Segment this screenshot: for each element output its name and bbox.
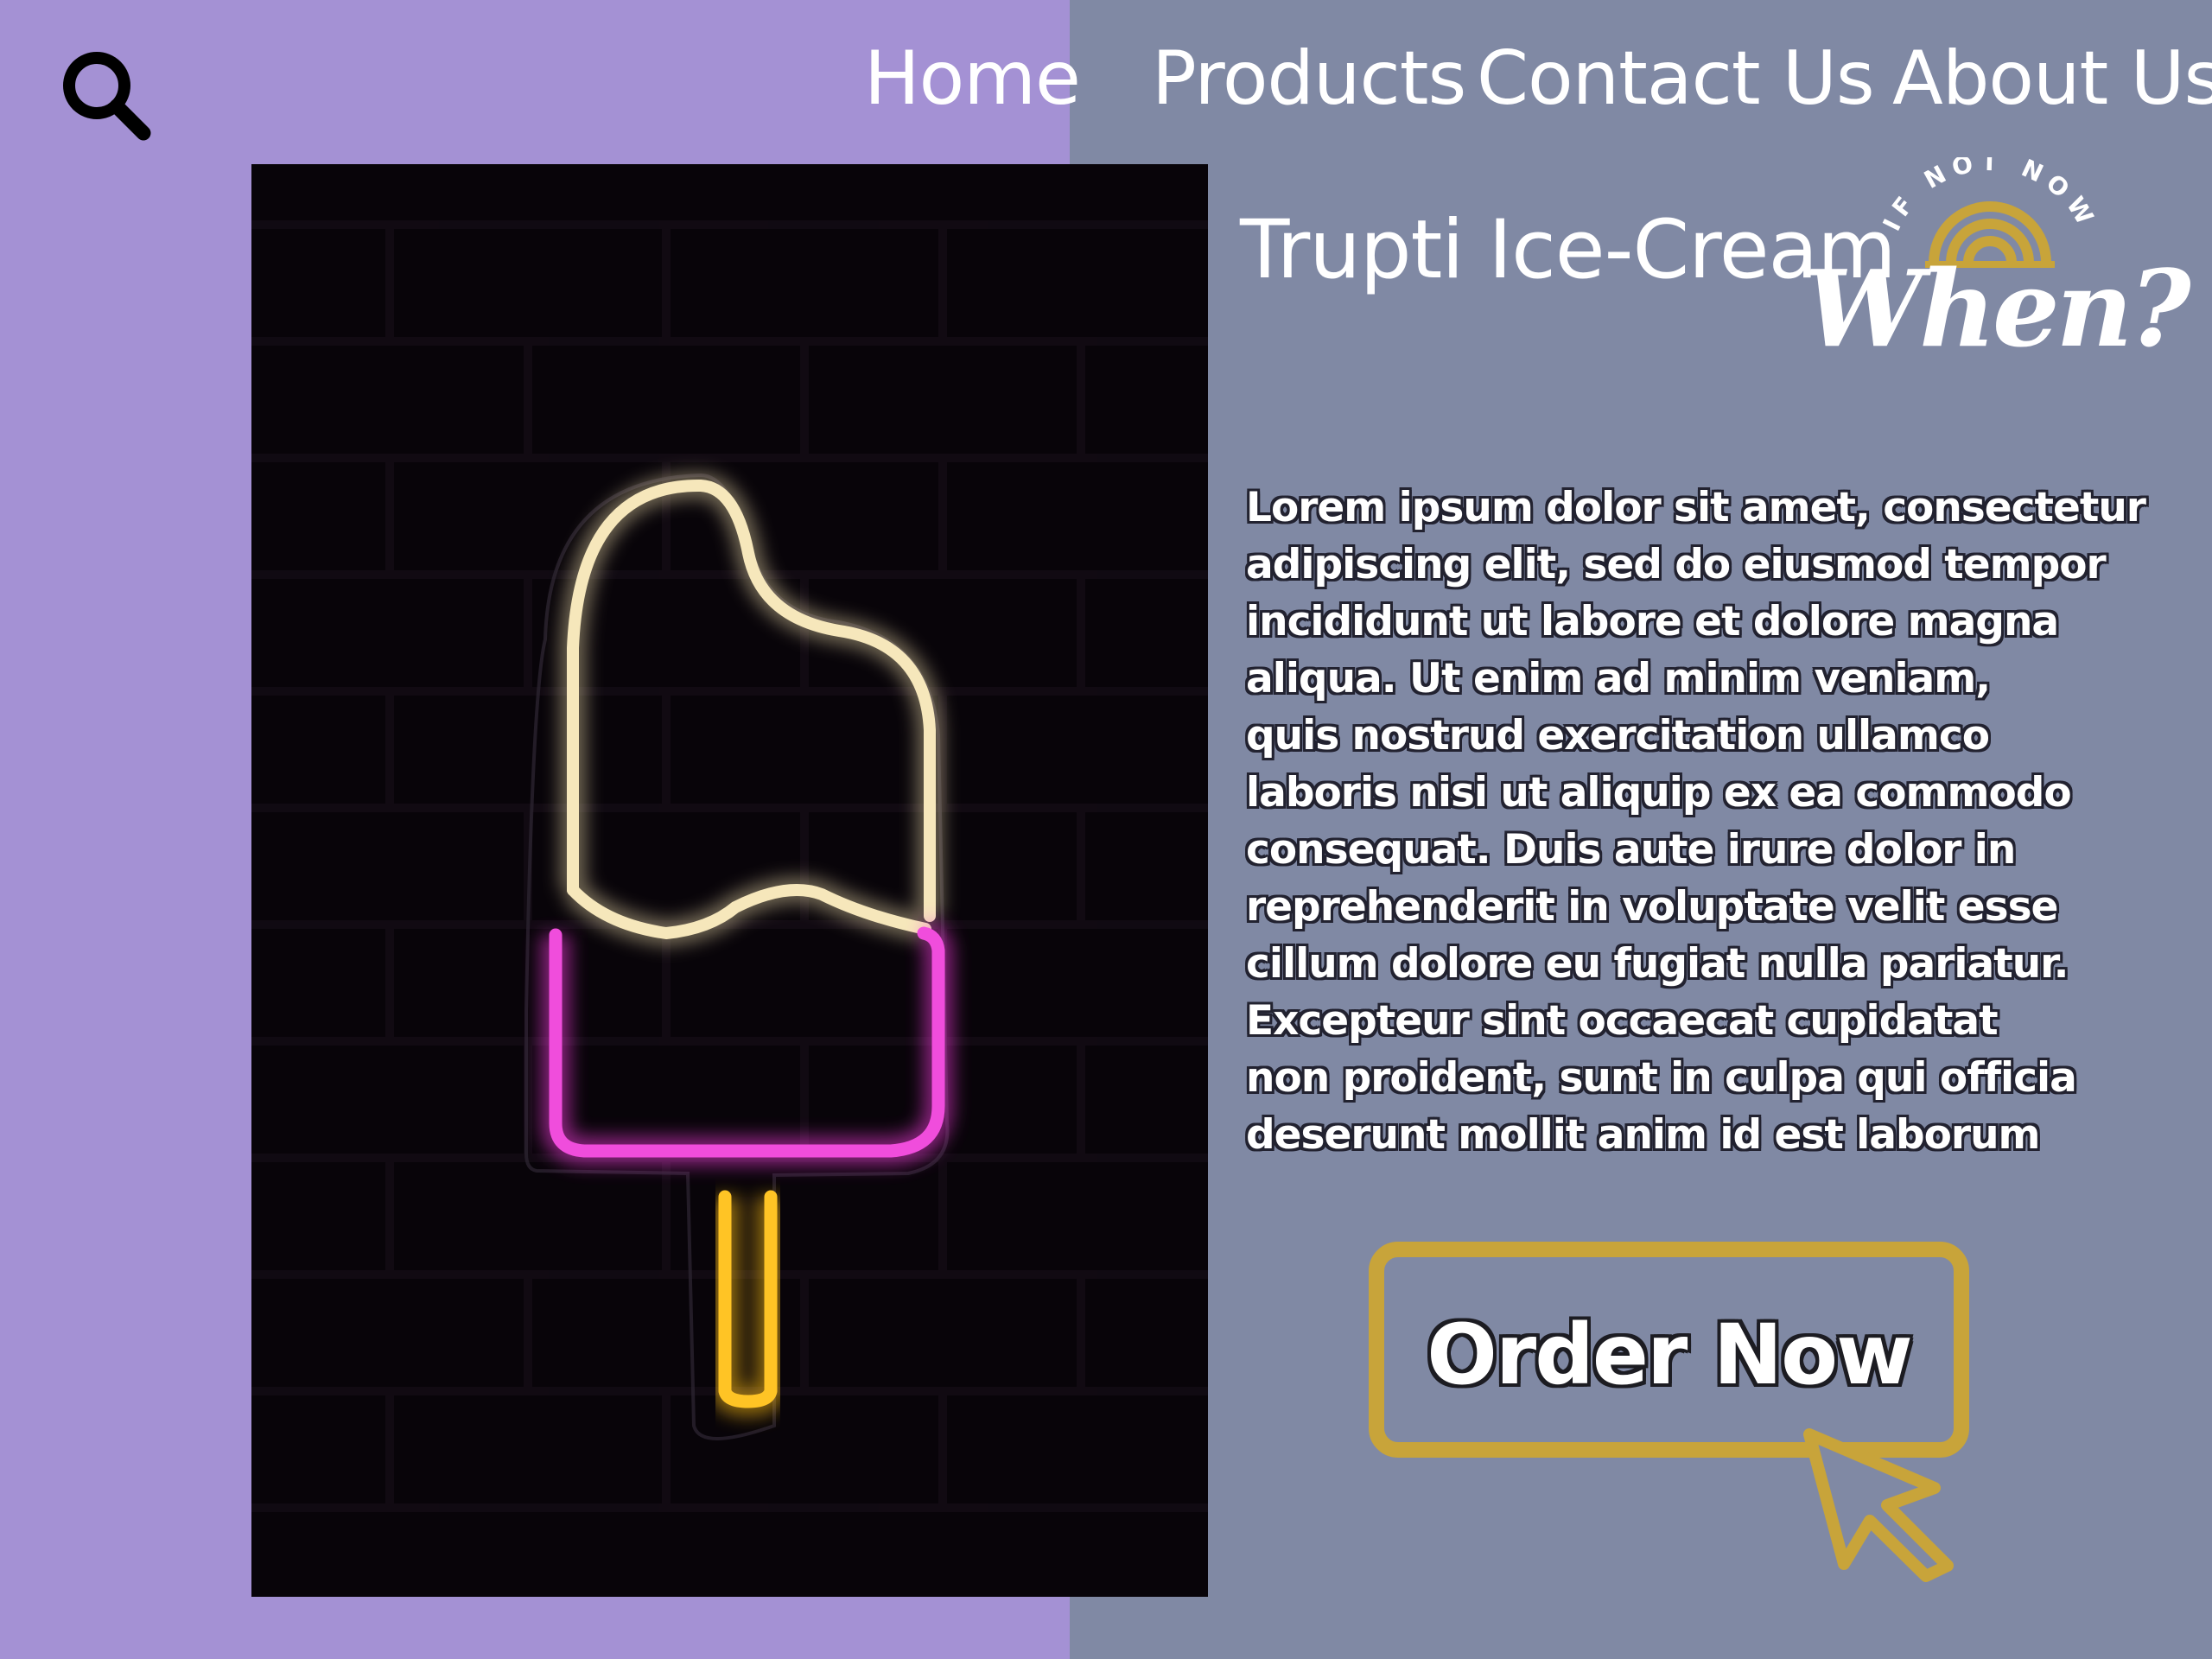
- nav-link-contact-us[interactable]: Contact Us: [1477, 31, 1875, 126]
- pointer-cursor-icon: [1801, 1427, 1965, 1583]
- nav-link-products[interactable]: Products: [1152, 31, 1466, 126]
- brand-title: Trupti Ice-Cream: [1240, 203, 1897, 297]
- badge-main-text: When?: [1804, 246, 2192, 371]
- order-now-label: Order Now: [1427, 1306, 1913, 1403]
- hero-image: [251, 164, 1208, 1597]
- order-now-button[interactable]: Order Now: [1369, 1242, 1969, 1458]
- if-not-now-when-badge: IF NOT NOW When?: [1804, 148, 2202, 391]
- search-icon[interactable]: [54, 45, 157, 149]
- nav-link-home[interactable]: Home: [864, 31, 1081, 126]
- nav-link-about-us[interactable]: About Us: [1892, 31, 2212, 126]
- description-text: Lorem ipsum dolor sit amet, consectetur …: [1246, 484, 2146, 1159]
